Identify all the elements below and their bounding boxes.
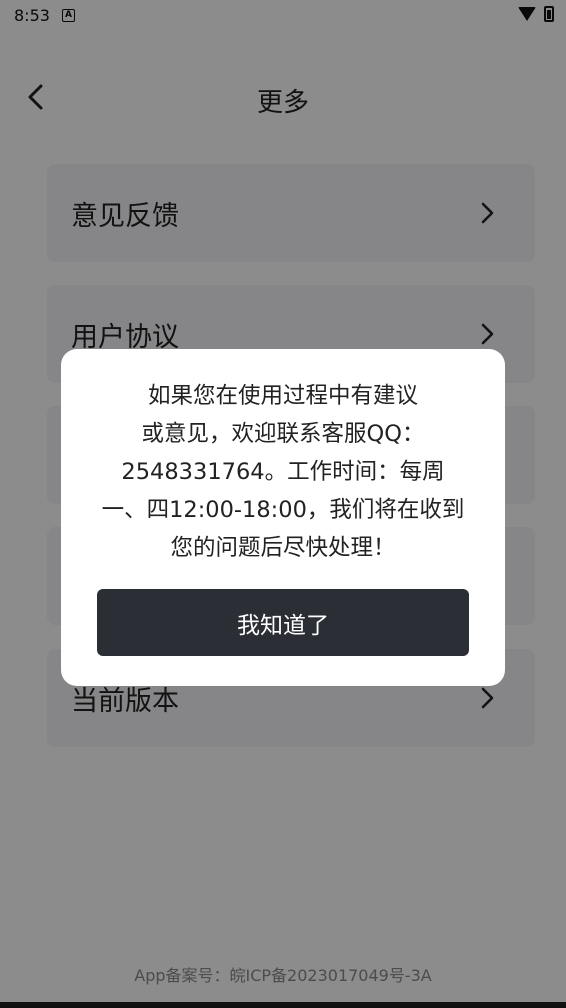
contact-dialog: 如果您在使用过程中有建议 或意见，欢迎联系客服QQ： 2548331764。工作…	[61, 349, 505, 686]
dialog-message-line: 2548331764。工作时间：每周	[121, 459, 445, 485]
acknowledge-button[interactable]: 我知道了	[97, 589, 469, 656]
dialog-message: 如果您在使用过程中有建议 或意见，欢迎联系客服QQ： 2548331764。工作…	[81, 377, 485, 567]
dialog-message-line: 如果您在使用过程中有建议	[147, 383, 418, 409]
navigation-bar	[0, 1002, 566, 1008]
dialog-message-line: 一、四12:00-18:00，我们将在收到	[101, 497, 465, 523]
dialog-message-line: 或意见，欢迎联系客服QQ：	[141, 421, 425, 447]
dialog-message-line: 您的问题后尽快处理！	[170, 535, 396, 561]
